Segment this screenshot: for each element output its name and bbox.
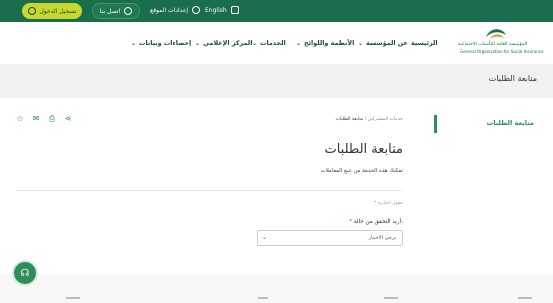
headset-icon: ☊ — [20, 267, 30, 279]
top-bar: تسجيل الدخول اتصل بنا إعدادات الموقع Eng… — [0, 0, 553, 22]
login-button[interactable]: تسجيل الدخول — [22, 3, 82, 19]
user-icon — [27, 7, 36, 15]
contact-button[interactable]: اتصل بنا — [92, 3, 140, 19]
banner-title: متابعة الطلبات — [488, 74, 537, 83]
page-title: متابعة الطلبات — [324, 142, 403, 157]
chevron-down-icon: ⌄ — [195, 39, 201, 47]
mail-icon[interactable]: ✉ — [32, 115, 40, 123]
request-type-select[interactable]: ⌄ يرجى الاختيار — [257, 230, 403, 246]
gosi-logo[interactable]: المؤسسة العامة للتأمينات الاجتماعية Gene… — [458, 25, 548, 59]
footer-heading-line — [258, 297, 268, 299]
chevron-down-icon: ⌄ — [131, 39, 137, 47]
gear-icon — [192, 6, 201, 14]
breadcrumb-parent[interactable]: خدمات المشتركين — [368, 117, 403, 122]
settings-label: إعدادات الموقع — [150, 6, 189, 14]
logo-arabic-text: المؤسسة العامة للتأمينات الاجتماعية — [458, 42, 528, 47]
print-icon[interactable]: ⎙ — [48, 115, 56, 123]
share-icon[interactable]: ⋖ — [64, 115, 72, 123]
page-banner: متابعة الطلبات — [0, 64, 553, 98]
language-switch[interactable]: English — [205, 6, 239, 14]
sidebar-item-track-requests[interactable]: متابعة الطلبات — [434, 115, 552, 133]
nav-item-statistics[interactable]: ⌄ إحصاءات وبيانات — [131, 39, 191, 47]
nav-item-regulations[interactable]: ⌄ الأنظمة واللوائح — [296, 39, 354, 47]
nav-item-media-center[interactable]: ⌄ المركز الإعلامي — [195, 39, 252, 47]
logo-english-text: General Organization for Social Insuranc… — [460, 49, 544, 54]
required-star: * — [349, 219, 353, 225]
chevron-down-icon: ⌄ — [358, 39, 364, 47]
headset-icon — [124, 7, 133, 15]
footer-heading-line — [384, 297, 398, 299]
footer-heading-line — [66, 297, 80, 299]
select-value: يرجى الاختيار — [368, 235, 396, 241]
chevron-down-icon: ⌄ — [262, 234, 268, 241]
nav-item-about[interactable]: ⌄ عن المؤسسة — [358, 39, 408, 47]
share-toolbar: ☆ ✉ ⎙ ⋖ — [16, 115, 72, 123]
breadcrumb: خدمات المشتركين / متابعة الطلبات — [335, 117, 403, 122]
nav-label: الرئيسية — [411, 39, 438, 47]
chat-support-button[interactable]: ☊ — [12, 260, 38, 286]
translate-icon — [230, 6, 239, 14]
breadcrumb-separator: / — [363, 117, 367, 122]
nav-label: الخدمات — [260, 39, 286, 47]
request-status-label: * أريد التحقق من حالة: — [349, 219, 403, 225]
contact-label: اتصل بنا — [99, 7, 121, 15]
sidebar-item-label: متابعة الطلبات — [486, 119, 534, 127]
required-fields-note: * حقول اجبارية — [374, 201, 403, 206]
breadcrumb-current: متابعة الطلبات — [335, 117, 364, 122]
main-navbar: ⌄ إحصاءات وبيانات ⌄ المركز الإعلامي ⌄ ال… — [0, 22, 553, 64]
chevron-down-icon: ⌄ — [296, 39, 302, 47]
footer-heading-line — [518, 297, 532, 299]
nav-label: الأنظمة واللوائح — [304, 39, 355, 47]
site-settings-link[interactable]: إعدادات الموقع — [150, 6, 201, 14]
page-description: تمكنك هذه الخدمة من تتبع المعاملات — [320, 168, 403, 174]
content-divider — [16, 190, 402, 191]
nav-label: عن المؤسسة — [366, 39, 408, 47]
chevron-down-icon: ⌄ — [252, 39, 258, 47]
footer — [0, 275, 553, 303]
star-icon[interactable]: ☆ — [16, 115, 24, 123]
nav-item-services[interactable]: ⌄ الخدمات — [252, 39, 286, 47]
nav-label: إحصاءات وبيانات — [139, 39, 192, 47]
login-label: تسجيل الدخول — [39, 7, 77, 15]
field-label-text: أريد التحقق من حالة: — [353, 219, 403, 225]
nav-item-home[interactable]: الرئيسية — [411, 39, 438, 47]
logo-mark-icon — [486, 29, 506, 39]
nav-label: المركز الإعلامي — [203, 39, 253, 47]
language-label: English — [205, 6, 227, 14]
